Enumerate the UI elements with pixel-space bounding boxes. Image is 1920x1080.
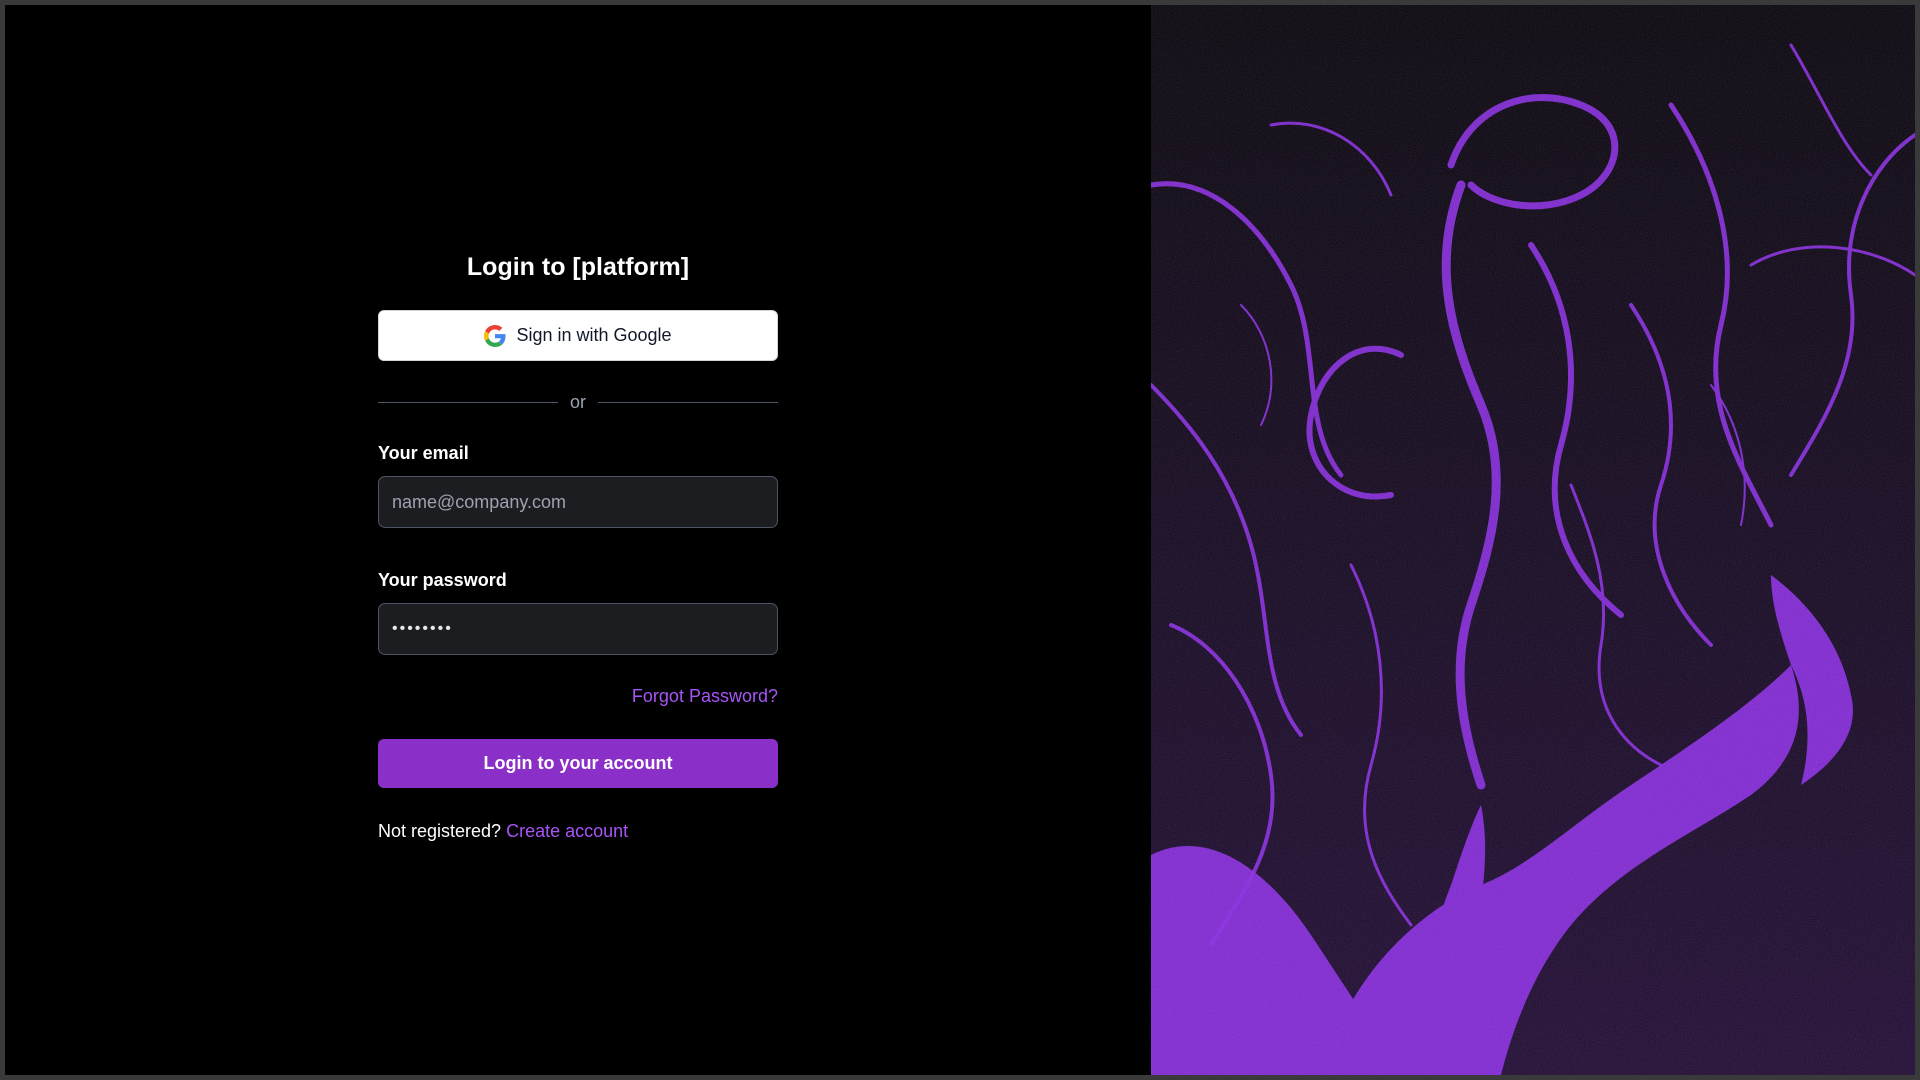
register-prompt: Not registered? Create account bbox=[378, 821, 778, 845]
or-divider: or bbox=[378, 391, 779, 413]
google-icon bbox=[484, 324, 506, 347]
login-submit-button[interactable]: Login to your account bbox=[378, 739, 778, 788]
email-input[interactable]: name@company.com bbox=[378, 476, 778, 528]
create-account-link[interactable]: Create account bbox=[506, 821, 628, 841]
divider-text: or bbox=[570, 391, 587, 412]
divider-line-right bbox=[598, 401, 779, 403]
login-page: Login to [platform] Sign in with Google … bbox=[5, 5, 1915, 1075]
email-label: Your email bbox=[378, 443, 469, 463]
sign-in-with-google-button[interactable]: Sign in with Google bbox=[378, 310, 778, 361]
forgot-password-link[interactable]: Forgot Password? bbox=[632, 686, 778, 706]
forgot-password-row: Forgot Password? bbox=[378, 686, 778, 710]
purple-fluid-art bbox=[1151, 5, 1915, 1075]
divider-line-left bbox=[378, 401, 558, 403]
decorative-art-panel bbox=[1151, 5, 1915, 1075]
password-label: Your password bbox=[378, 570, 507, 590]
page-title: Login to [platform] bbox=[466, 253, 690, 281]
register-prompt-text: Not registered? bbox=[378, 821, 502, 841]
login-form: Login to [platform] Sign in with Google … bbox=[378, 250, 779, 845]
password-input[interactable]: •••••••• bbox=[378, 603, 778, 655]
login-panel: Login to [platform] Sign in with Google … bbox=[5, 5, 1151, 1075]
google-button-label: Sign in with Google bbox=[516, 325, 672, 345]
